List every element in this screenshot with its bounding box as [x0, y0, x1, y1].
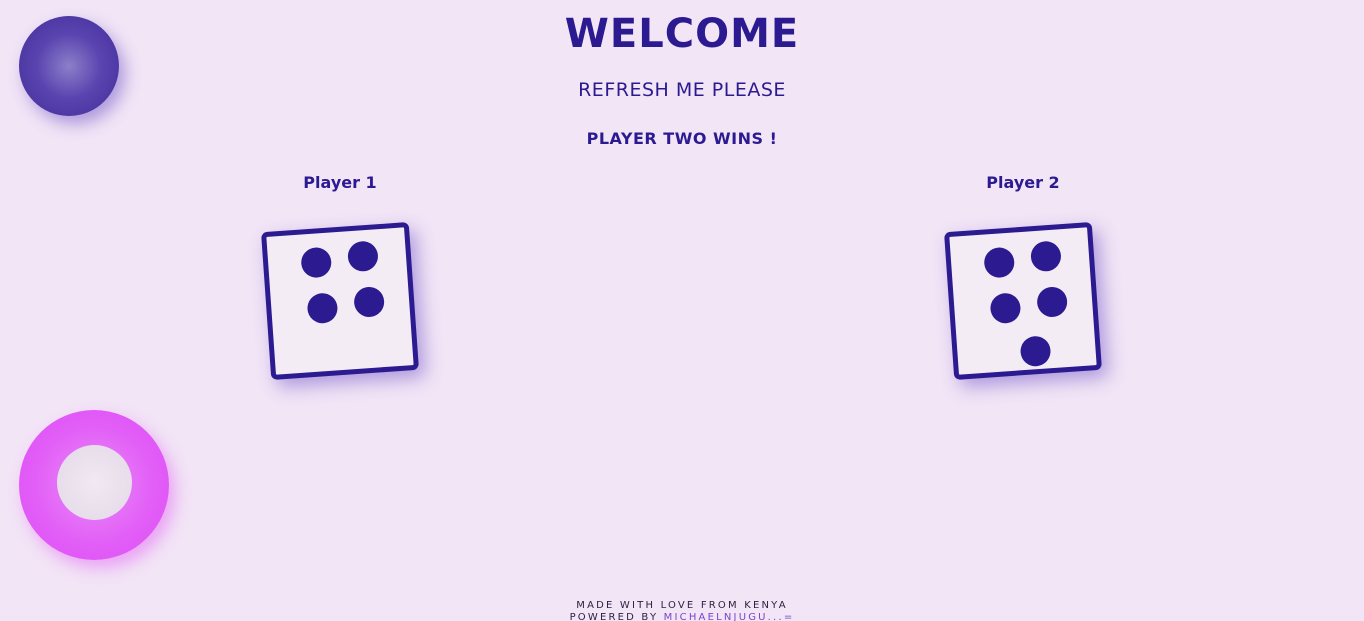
footer-powered-line: POWERED BY MICHAELNJUGU...=: [0, 612, 1364, 621]
footer-love-text: MADE WITH LOVE FROM KENYA: [576, 600, 788, 611]
die-pip: [989, 292, 1022, 325]
pink-ring-decoration: [19, 410, 169, 560]
player-1-label: Player 1: [303, 173, 377, 192]
page-title: WELCOME: [564, 11, 800, 57]
player-1-die: [261, 222, 419, 380]
refresh-prompt: REFRESH ME PLEASE: [578, 79, 786, 101]
die-pip: [983, 246, 1016, 279]
die-pip: [346, 240, 379, 273]
die-pip: [300, 246, 333, 279]
die-pip: [306, 292, 339, 325]
result-text: PLAYER TWO WINS !: [586, 129, 778, 148]
player-2-die: [944, 222, 1102, 380]
die-pip: [353, 285, 386, 318]
author-link[interactable]: MICHAELNJUGU...=: [664, 612, 795, 621]
die-pip: [1036, 285, 1069, 318]
footer: MADE WITH LOVE FROM KENYA POWERED BY MIC…: [0, 600, 1364, 621]
die-pip: [1019, 335, 1052, 368]
die-pip: [1029, 240, 1062, 273]
footer-powered-prefix: POWERED BY: [569, 612, 659, 621]
player-2-label: Player 2: [986, 173, 1060, 192]
pink-ring-hole: [57, 445, 132, 520]
